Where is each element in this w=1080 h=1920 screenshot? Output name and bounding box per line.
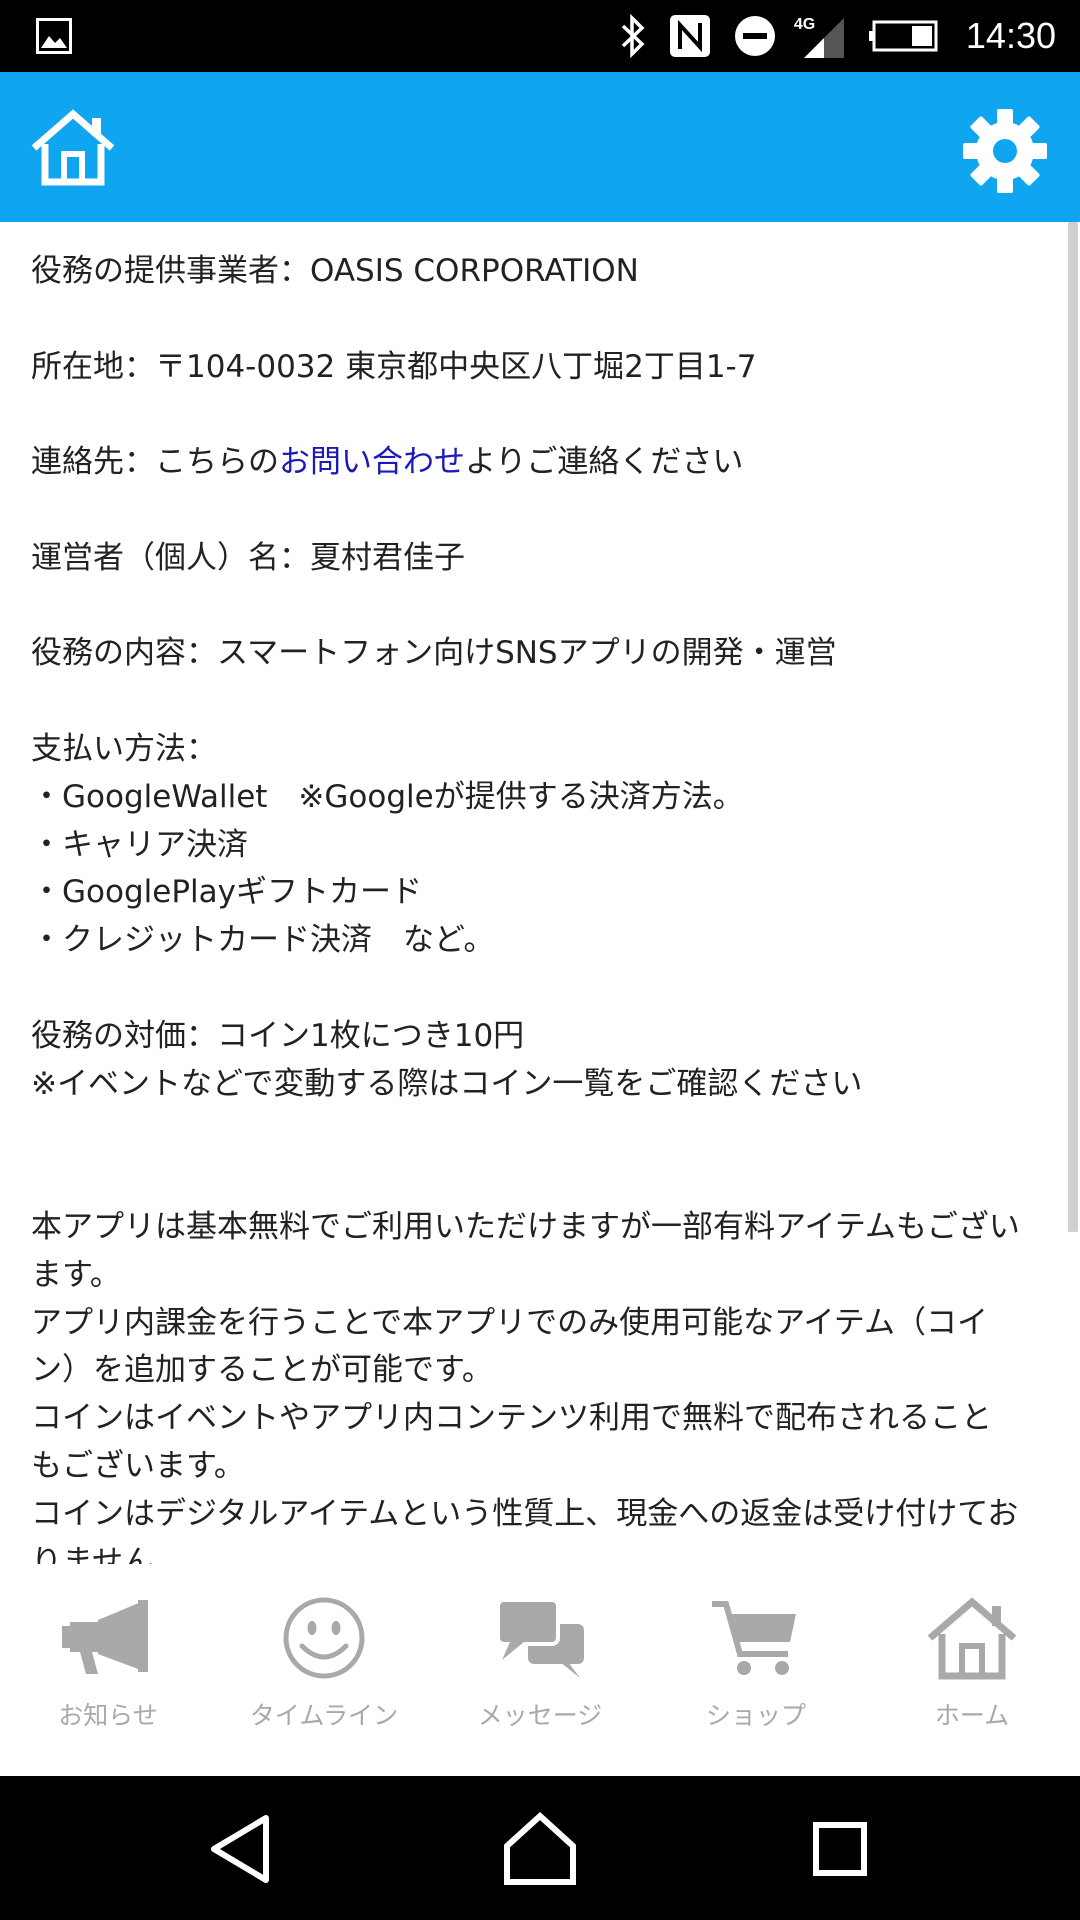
back-triangle-icon (211, 1815, 269, 1883)
smiley-icon (283, 1597, 365, 1679)
image-notification-icon (36, 18, 72, 54)
nav-label: お知らせ (58, 1701, 158, 1730)
nav-item-home[interactable]: ホーム (864, 1564, 1080, 1776)
address-line: 所在地：〒104-0032 東京都中央区八丁堀2丁目1-7 (31, 348, 757, 385)
gear-icon (963, 109, 1047, 193)
nav-item-timeline[interactable]: タイムライン (216, 1564, 432, 1776)
recents-square-icon (813, 1822, 867, 1876)
megaphone-icon (62, 1600, 148, 1674)
description-paragraph: アプリ内課金を行うことで本アプリでのみ使用可能なアイテム（コイン）を追加すること… (31, 1304, 988, 1389)
payment-method: ・GoogleWallet ※Googleが提供する決済方法。 (31, 778, 744, 815)
provider-line: 役務の提供事業者：OASIS CORPORATION (31, 253, 639, 289)
nav-label: タイムライン (249, 1701, 399, 1730)
cart-icon (712, 1601, 796, 1675)
scrollbar[interactable] (1068, 222, 1080, 1564)
status-bar: 4G 14:30 (0, 0, 1080, 72)
description-paragraph: コインはイベントやアプリ内コンテンツ利用で無料で配布されることもございます。 (31, 1400, 992, 1484)
nav-label: メッセージ (477, 1701, 603, 1730)
network-type: 4G (793, 16, 816, 33)
price-note: ※イベントなどで変動する際はコイン一覧をご確認ください (31, 1065, 863, 1102)
home-system-button[interactable] (495, 1804, 585, 1894)
payment-method: ・GooglePlayギフトカード (31, 874, 422, 911)
contact-link[interactable]: お問い合わせ (279, 444, 465, 480)
battery-icon (868, 14, 938, 58)
service-line: 役務の内容：スマートフォン向けSNSアプリの開発・運営 (31, 635, 837, 672)
signal-icon: 4G (794, 14, 846, 58)
nav-label: ショップ (705, 1701, 806, 1730)
home-icon (31, 109, 115, 186)
description-paragraph: コインはデジタルアイテムという性質上、現金への返金は受け付けておりません。 (31, 1495, 1019, 1564)
price-line: 役務の対価：コイン1枚につき10円 (31, 1017, 525, 1054)
operator-line: 運営者（個人）名：夏村君佳子 (31, 539, 465, 576)
home-button[interactable] (30, 108, 116, 188)
app-header (0, 72, 1080, 222)
nav-label: ホーム (934, 1701, 1010, 1730)
back-button[interactable] (198, 1804, 288, 1894)
bottom-navigation: お知らせ タイムライン メッセージ ショップ ホーム (0, 1564, 1080, 1776)
clock: 14:30 (965, 15, 1056, 56)
contact-suffix: よりご連絡ください (465, 444, 744, 481)
recents-button[interactable] (795, 1804, 885, 1894)
payment-method: ・キャリア決済 (31, 826, 248, 863)
do-not-disturb-icon (734, 14, 776, 58)
payment-title: 支払い方法： (31, 730, 217, 767)
system-navigation-bar (0, 1776, 1080, 1920)
home-icon (927, 1597, 1017, 1680)
chat-bubbles-icon (496, 1598, 584, 1678)
nav-item-notices[interactable]: お知らせ (0, 1564, 216, 1776)
payment-method: ・クレジットカード決済 など。 (31, 922, 495, 959)
description-paragraph: 本アプリは基本無料でご利用いただけますが一部有料アイテムもございます。 (31, 1208, 1020, 1293)
bluetooth-icon (620, 14, 646, 58)
status-icons: 4G 14:30 (620, 0, 1056, 72)
settings-button[interactable] (962, 108, 1048, 194)
nav-item-messages[interactable]: メッセージ (432, 1564, 648, 1776)
scrollbar-thumb[interactable] (1068, 222, 1078, 1232)
contact-prefix: 連絡先：こちらの (31, 444, 279, 481)
legal-notice-text: 役務の提供事業者：OASIS CORPORATION 所在地：〒104-0032… (31, 248, 1021, 1564)
home-outline-icon (504, 1811, 576, 1885)
nav-item-shop[interactable]: ショップ (648, 1564, 864, 1776)
contact-line: 連絡先：こちらのお問い合わせよりご連絡ください (31, 439, 1021, 487)
nfc-icon (668, 14, 712, 58)
legal-notice-content[interactable]: 役務の提供事業者：OASIS CORPORATION 所在地：〒104-0032… (0, 222, 1080, 1564)
